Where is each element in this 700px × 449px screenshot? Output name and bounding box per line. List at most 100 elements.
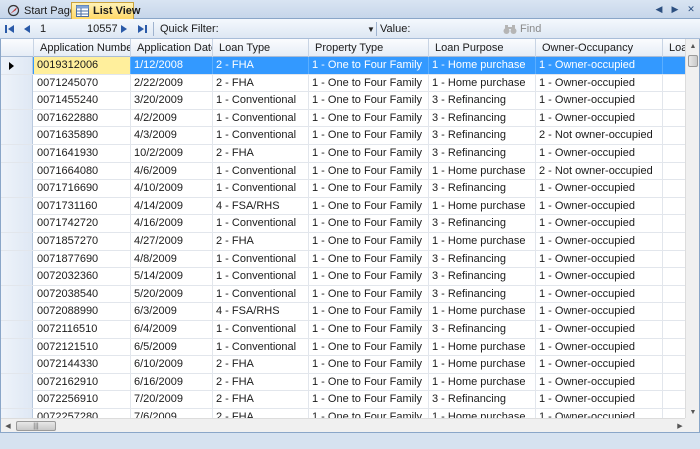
column-header-loan-type[interactable]: Loan Type bbox=[213, 39, 309, 57]
cell-loan-purpose[interactable]: 1 - Home purchase bbox=[429, 162, 536, 180]
cell-property-type[interactable]: 1 - One to Four Family bbox=[309, 285, 429, 303]
horizontal-scroll-thumb[interactable]: ||| bbox=[16, 421, 56, 431]
cell-loan-type[interactable]: 2 - FHA bbox=[213, 233, 309, 250]
cell-property-type[interactable]: 1 - One to Four Family bbox=[309, 145, 429, 162]
cell-property-type[interactable]: 1 - One to Four Family bbox=[309, 74, 429, 92]
cell-owner-occupancy[interactable]: 1 - Owner-occupied bbox=[536, 321, 663, 338]
cell-owner-occupancy[interactable]: 2 - Not owner-occupied bbox=[536, 162, 663, 180]
cell-application-number[interactable]: 0072038540 bbox=[34, 285, 131, 303]
cell-application-date[interactable]: 5/20/2009 bbox=[131, 285, 213, 303]
cell-application-date[interactable]: 6/4/2009 bbox=[131, 321, 213, 338]
table-row[interactable]: 0071622880 4/2/2009 1 - Conventional 1 - On… bbox=[1, 109, 687, 128]
cell-property-type[interactable]: 1 - One to Four Family bbox=[309, 356, 429, 374]
value-input[interactable] bbox=[410, 19, 500, 39]
row-indicator[interactable] bbox=[1, 356, 33, 374]
cell-application-date[interactable]: 4/3/2009 bbox=[131, 127, 213, 145]
cell-loan-purpose[interactable]: 1 - Home purchase bbox=[429, 197, 536, 215]
table-row[interactable]: 0071731160 4/14/2009 4 - FSA/RHS 1 - One to… bbox=[1, 197, 687, 216]
table-row[interactable]: 0071641930 10/2/2009 2 - FHA 1 - One to Fou… bbox=[1, 145, 687, 163]
table-row[interactable]: 0071455240 3/20/2009 1 - Conventional 1 - O… bbox=[1, 92, 687, 110]
cell-loan-purpose[interactable]: 1 - Home purchase bbox=[429, 74, 536, 92]
cell-loan-purpose[interactable]: 3 - Refinancing bbox=[429, 215, 536, 233]
column-header-application-number[interactable]: Application Number bbox=[34, 39, 131, 57]
cell-property-type[interactable]: 1 - One to Four Family bbox=[309, 268, 429, 286]
cell-property-type[interactable]: 1 - One to Four Family bbox=[309, 109, 429, 127]
cell-owner-occupancy[interactable]: 1 - Owner-occupied bbox=[536, 215, 663, 233]
row-indicator[interactable] bbox=[1, 303, 33, 321]
table-row[interactable]: 0071716690 4/10/2009 1 - Conventional 1 - O… bbox=[1, 180, 687, 198]
cell-loan-partial[interactable] bbox=[663, 198, 687, 215]
cell-loan-purpose[interactable]: 3 - Refinancing bbox=[429, 268, 536, 286]
table-row[interactable]: 0072032360 5/14/2009 1 - Conventional 1 - O… bbox=[1, 268, 687, 286]
cell-application-date[interactable]: 1/12/2008 bbox=[131, 57, 213, 74]
cell-loan-purpose[interactable]: 1 - Home purchase bbox=[429, 233, 536, 250]
cell-application-date[interactable]: 4/10/2009 bbox=[131, 180, 213, 198]
cell-owner-occupancy[interactable]: 1 - Owner-occupied bbox=[536, 92, 663, 110]
cell-owner-occupancy[interactable]: 1 - Owner-occupied bbox=[536, 285, 663, 303]
scroll-tabs-right-icon[interactable]: ▶ bbox=[670, 3, 680, 16]
row-indicator[interactable] bbox=[1, 57, 33, 74]
column-header-owner-occupancy[interactable]: Owner-Occupancy bbox=[536, 39, 663, 57]
row-indicator[interactable] bbox=[1, 268, 33, 286]
cell-loan-partial[interactable] bbox=[663, 233, 687, 250]
cell-property-type[interactable]: 1 - One to Four Family bbox=[309, 197, 429, 215]
cell-loan-partial[interactable] bbox=[663, 251, 687, 268]
cell-loan-type[interactable]: 4 - FSA/RHS bbox=[213, 303, 309, 321]
tab-list-view[interactable]: List View bbox=[71, 2, 140, 19]
cell-application-date[interactable]: 3/20/2009 bbox=[131, 92, 213, 110]
column-header-loan-purpose[interactable]: Loan Purpose bbox=[429, 39, 536, 57]
cell-application-number[interactable]: 0072162910 bbox=[34, 373, 131, 391]
find-button[interactable]: Find bbox=[503, 19, 541, 39]
row-indicator[interactable] bbox=[1, 145, 33, 162]
cell-property-type[interactable]: 1 - One to Four Family bbox=[309, 233, 429, 250]
cell-property-type[interactable]: 1 - One to Four Family bbox=[309, 391, 429, 409]
cell-application-date[interactable]: 6/16/2009 bbox=[131, 373, 213, 391]
column-header-loan-partial[interactable]: Loa bbox=[663, 39, 687, 57]
table-row[interactable]: 0072144330 6/10/2009 2 - FHA 1 - One to Fou… bbox=[1, 356, 687, 374]
cell-owner-occupancy[interactable]: 1 - Owner-occupied bbox=[536, 373, 663, 391]
cell-application-date[interactable]: 6/10/2009 bbox=[131, 356, 213, 374]
cell-loan-type[interactable]: 1 - Conventional bbox=[213, 109, 309, 127]
cell-application-number[interactable]: 0071731160 bbox=[34, 197, 131, 215]
cell-property-type[interactable]: 1 - One to Four Family bbox=[309, 321, 429, 338]
cell-owner-occupancy[interactable]: 1 - Owner-occupied bbox=[536, 197, 663, 215]
cell-loan-purpose[interactable]: 3 - Refinancing bbox=[429, 180, 536, 198]
cell-loan-purpose[interactable]: 3 - Refinancing bbox=[429, 321, 536, 338]
cell-owner-occupancy[interactable]: 1 - Owner-occupied bbox=[536, 250, 663, 268]
cell-application-date[interactable]: 6/5/2009 bbox=[131, 338, 213, 356]
table-row[interactable]: 0072121510 6/5/2009 1 - Conventional 1 - On… bbox=[1, 338, 687, 357]
cell-owner-occupancy[interactable]: 1 - Owner-occupied bbox=[536, 303, 663, 321]
cell-loan-type[interactable]: 1 - Conventional bbox=[213, 268, 309, 286]
table-row[interactable]: 0072088990 6/3/2009 4 - FSA/RHS 1 - One to … bbox=[1, 303, 687, 321]
cell-owner-occupancy[interactable]: 1 - Owner-occupied bbox=[536, 180, 663, 198]
cell-owner-occupancy[interactable]: 1 - Owner-occupied bbox=[536, 74, 663, 92]
row-indicator[interactable] bbox=[1, 215, 33, 233]
next-record-button[interactable] bbox=[117, 19, 131, 39]
cell-loan-purpose[interactable]: 1 - Home purchase bbox=[429, 356, 536, 374]
cell-loan-purpose[interactable]: 3 - Refinancing bbox=[429, 250, 536, 268]
cell-property-type[interactable]: 1 - One to Four Family bbox=[309, 180, 429, 198]
cell-loan-purpose[interactable]: 3 - Refinancing bbox=[429, 109, 536, 127]
cell-loan-type[interactable]: 1 - Conventional bbox=[213, 338, 309, 356]
table-row[interactable]: 0071742720 4/16/2009 1 - Conventional 1 - O… bbox=[1, 215, 687, 233]
first-record-button[interactable] bbox=[3, 19, 17, 39]
cell-loan-partial[interactable] bbox=[663, 356, 687, 373]
cell-loan-partial[interactable] bbox=[663, 321, 687, 338]
cell-loan-type[interactable]: 1 - Conventional bbox=[213, 127, 309, 145]
cell-application-number[interactable]: 0071622880 bbox=[34, 109, 131, 127]
cell-application-number[interactable]: 0072032360 bbox=[34, 268, 131, 286]
cell-property-type[interactable]: 1 - One to Four Family bbox=[309, 338, 429, 356]
cell-loan-purpose[interactable]: 3 - Refinancing bbox=[429, 391, 536, 409]
cell-application-date[interactable]: 4/14/2009 bbox=[131, 197, 213, 215]
scroll-up-icon[interactable]: ▲ bbox=[686, 39, 699, 53]
row-indicator[interactable] bbox=[1, 74, 33, 92]
cell-property-type[interactable]: 1 - One to Four Family bbox=[309, 215, 429, 233]
table-row[interactable]: 0071877690 4/8/2009 1 - Conventional 1 - On… bbox=[1, 250, 687, 269]
cell-loan-partial[interactable] bbox=[663, 303, 687, 320]
scroll-tabs-left-icon[interactable]: ◀ bbox=[654, 3, 664, 16]
row-indicator[interactable] bbox=[1, 197, 33, 215]
cell-loan-partial[interactable] bbox=[663, 57, 687, 74]
cell-application-number[interactable]: 0019312006 bbox=[34, 57, 131, 74]
cell-loan-purpose[interactable]: 3 - Refinancing bbox=[429, 127, 536, 145]
cell-application-date[interactable]: 5/14/2009 bbox=[131, 268, 213, 286]
